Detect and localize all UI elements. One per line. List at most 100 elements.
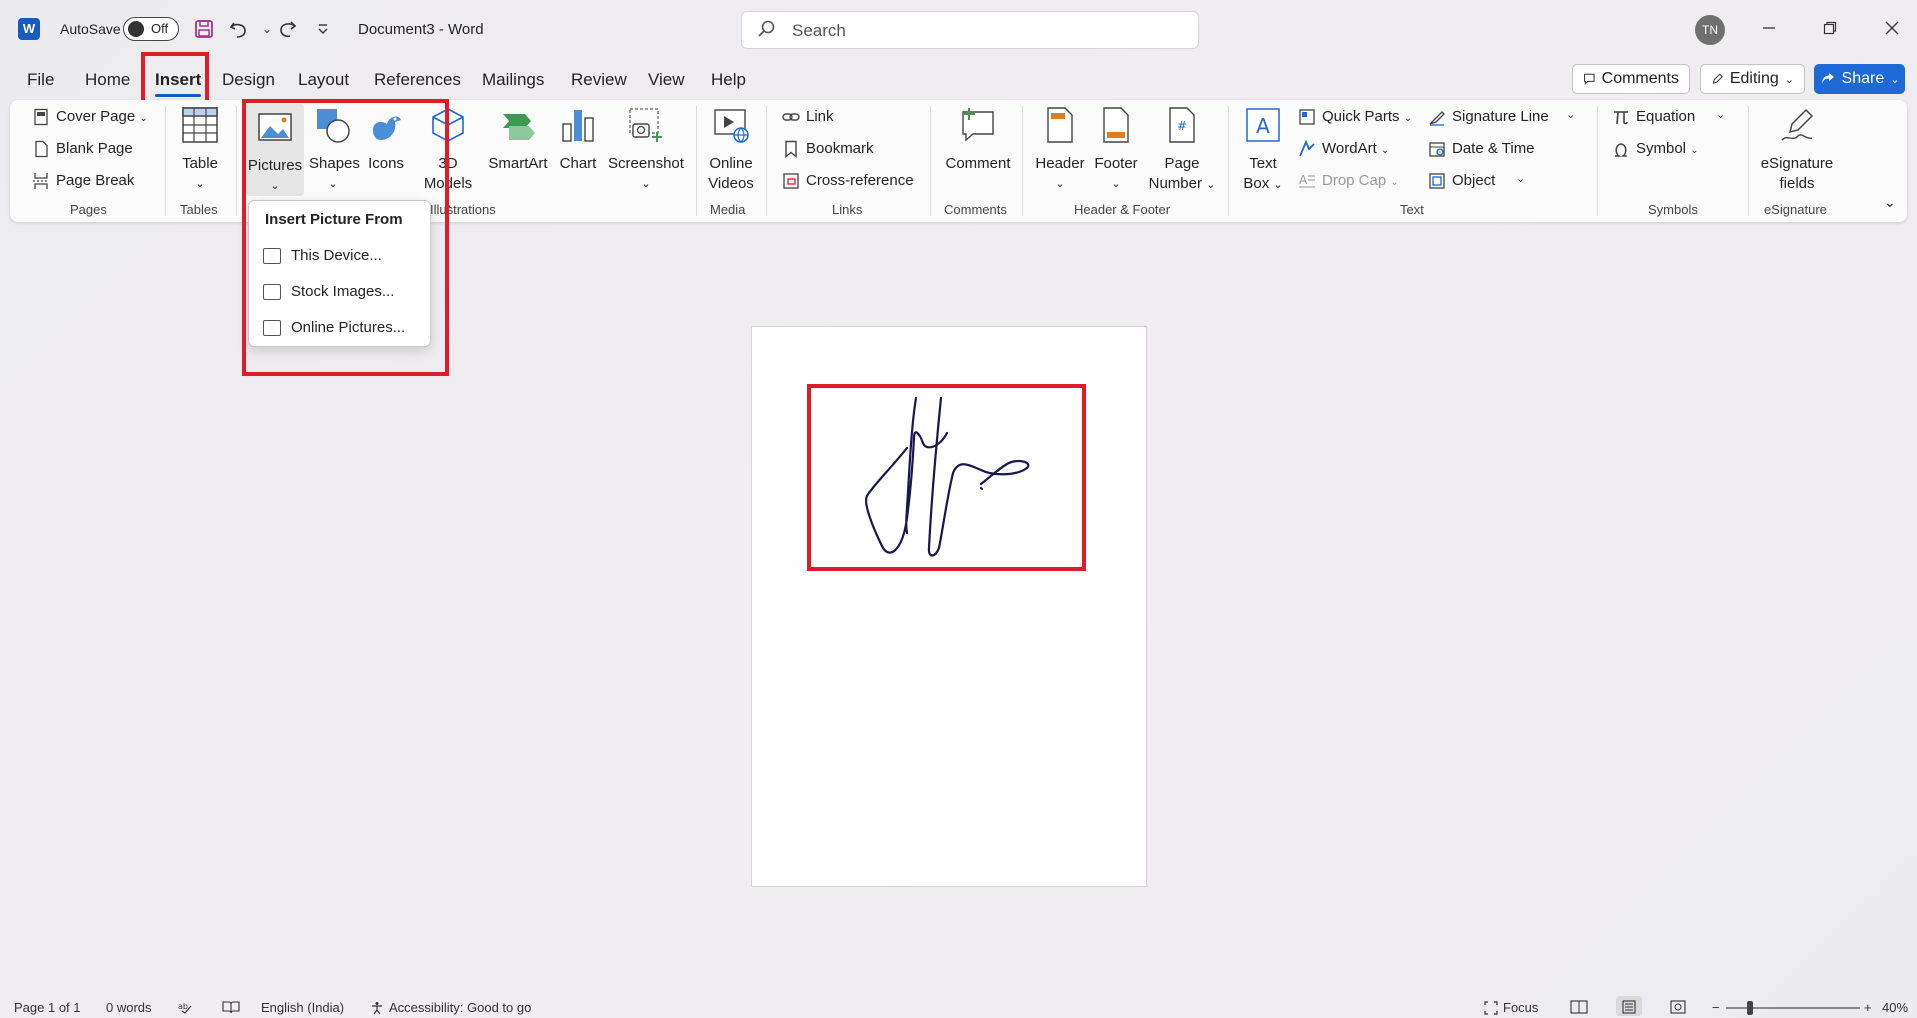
read-mode-icon[interactable] — [1570, 1000, 1588, 1017]
comment-button[interactable]: Comment — [940, 106, 1016, 174]
status-accessibility[interactable]: Accessibility: Good to go — [370, 1000, 531, 1015]
zoom-out-icon[interactable]: − — [1712, 1000, 1720, 1015]
omega-icon — [1615, 143, 1627, 157]
drop-cap-label: Drop Cap — [1322, 172, 1387, 189]
focus-label: Focus — [1503, 1000, 1539, 1015]
undo-icon[interactable] — [226, 16, 252, 42]
screenshot-button[interactable]: Screenshot ⌄ — [606, 106, 686, 194]
object-label: Object — [1452, 172, 1496, 189]
screenshot-icon — [629, 108, 662, 142]
tab-home[interactable]: Home — [85, 70, 130, 90]
chart-button[interactable]: Chart — [554, 106, 602, 174]
user-avatar[interactable]: TN — [1695, 15, 1725, 45]
group-label-esignature: eSignature — [1764, 202, 1827, 217]
smartart-label: SmartArt — [488, 155, 548, 172]
signature-image[interactable] — [811, 388, 1082, 567]
online-videos-button[interactable]: Online Videos — [704, 106, 758, 194]
signature-line-label: Signature Line — [1452, 108, 1549, 125]
tab-view[interactable]: View — [648, 70, 685, 90]
esignature-fields-button[interactable]: eSignature fields — [1754, 106, 1840, 194]
document-title: Document3 - Word — [358, 21, 484, 38]
blank-page-button[interactable]: Blank Page — [32, 140, 133, 158]
wordart-button[interactable]: WordArt ⌄ — [1298, 140, 1389, 158]
tab-design[interactable]: Design — [222, 70, 275, 90]
tab-file[interactable]: File — [27, 70, 54, 90]
web-layout-icon[interactable] — [1670, 1000, 1686, 1017]
cross-reference-button[interactable]: Cross-reference — [782, 172, 914, 190]
link-button[interactable]: Link — [782, 108, 834, 126]
equation-button[interactable]: Equation — [1612, 108, 1695, 126]
svg-text:A: A — [1256, 114, 1270, 138]
signature-line-chevron-down-icon[interactable]: ⌄ — [1566, 108, 1575, 121]
separator — [766, 106, 767, 216]
date-time-label: Date & Time — [1452, 140, 1535, 157]
read-mode-book-icon[interactable] — [222, 1000, 240, 1017]
chart-label: Chart — [559, 155, 597, 172]
symbol-button[interactable]: Symbol ⌄ — [1612, 140, 1699, 158]
zoom-in-icon[interactable]: + — [1864, 1000, 1872, 1015]
table-icon — [182, 107, 218, 143]
object-icon — [1429, 173, 1445, 189]
autosave-toggle[interactable]: Off — [123, 17, 179, 41]
smartart-button[interactable]: SmartArt — [486, 106, 550, 174]
zoom-slider-thumb[interactable] — [1747, 1001, 1753, 1015]
status-word-count[interactable]: 0 words — [106, 1000, 152, 1015]
group-label-symbols: Symbols — [1648, 202, 1698, 217]
quick-parts-icon — [1299, 109, 1315, 125]
bookmark-button[interactable]: Bookmark — [782, 140, 874, 158]
footer-icon — [1103, 107, 1129, 143]
save-icon[interactable] — [191, 16, 217, 42]
text-box-label-bottom: Box — [1243, 175, 1270, 192]
tab-layout[interactable]: Layout — [298, 70, 349, 90]
equation-chevron-down-icon[interactable]: ⌄ — [1716, 108, 1725, 121]
tab-mailings[interactable]: Mailings — [482, 70, 544, 90]
drop-cap-button[interactable]: A Drop Cap ⌄ — [1298, 172, 1399, 190]
tab-help[interactable]: Help — [711, 70, 746, 90]
text-box-button[interactable]: A Text Box ⌄ — [1236, 106, 1290, 195]
status-page-count[interactable]: Page 1 of 1 — [14, 1000, 81, 1015]
page-number-button[interactable]: # Page Number ⌄ — [1144, 106, 1220, 195]
accessibility-icon — [372, 1001, 382, 1014]
header-icon — [1047, 107, 1073, 143]
signature-line-icon — [1429, 111, 1445, 126]
cross-reference-icon — [783, 173, 799, 189]
table-button[interactable]: Table ⌄ — [176, 106, 224, 194]
separator — [1597, 106, 1598, 216]
redo-icon[interactable] — [275, 16, 301, 42]
zoom-level[interactable]: 40% — [1882, 1000, 1908, 1015]
object-button[interactable]: Object — [1428, 172, 1495, 190]
bookmark-icon — [785, 140, 797, 158]
editing-mode-button[interactable]: Editing ⌄ — [1700, 64, 1805, 94]
bookmark-label: Bookmark — [806, 140, 874, 157]
minimize-icon[interactable] — [1754, 14, 1784, 44]
tab-review[interactable]: Review — [571, 70, 627, 90]
comments-label: Comments — [1601, 70, 1679, 87]
page-break-button[interactable]: Page Break — [32, 172, 134, 190]
comment-icon — [1584, 73, 1595, 85]
customize-toolbar-icon[interactable] — [310, 16, 336, 42]
object-chevron-down-icon[interactable]: ⌄ — [1516, 172, 1525, 185]
calendar-icon — [1429, 142, 1445, 157]
cover-page-button[interactable]: Cover Page ⌄ — [32, 108, 148, 126]
comment-label: Comment — [945, 155, 1011, 172]
status-language[interactable]: English (India) — [261, 1000, 344, 1015]
focus-mode-button[interactable]: Focus — [1484, 1000, 1538, 1015]
footer-button[interactable]: Footer ⌄ — [1088, 106, 1144, 194]
collapse-ribbon-chevron-icon[interactable]: ⌄ — [1884, 194, 1896, 211]
separator — [1022, 106, 1023, 216]
quick-parts-button[interactable]: Quick Parts ⌄ — [1298, 108, 1412, 126]
print-layout-icon[interactable] — [1622, 1000, 1636, 1017]
svg-text:#: # — [1177, 119, 1187, 133]
page-number-icon: # — [1169, 107, 1195, 143]
proofing-icon[interactable]: ab — [178, 1000, 196, 1017]
date-time-button[interactable]: Date & Time — [1428, 140, 1535, 158]
signature-line-button[interactable]: Signature Line — [1428, 108, 1549, 126]
restore-icon[interactable] — [1815, 14, 1845, 44]
close-icon[interactable] — [1877, 14, 1907, 44]
comments-button[interactable]: Comments — [1572, 64, 1690, 94]
search-box[interactable]: Search — [741, 11, 1199, 49]
share-button[interactable]: Share ⌄ — [1814, 64, 1905, 94]
header-button[interactable]: Header ⌄ — [1032, 106, 1088, 194]
tab-references[interactable]: References — [374, 70, 461, 90]
chart-icon — [562, 110, 594, 142]
